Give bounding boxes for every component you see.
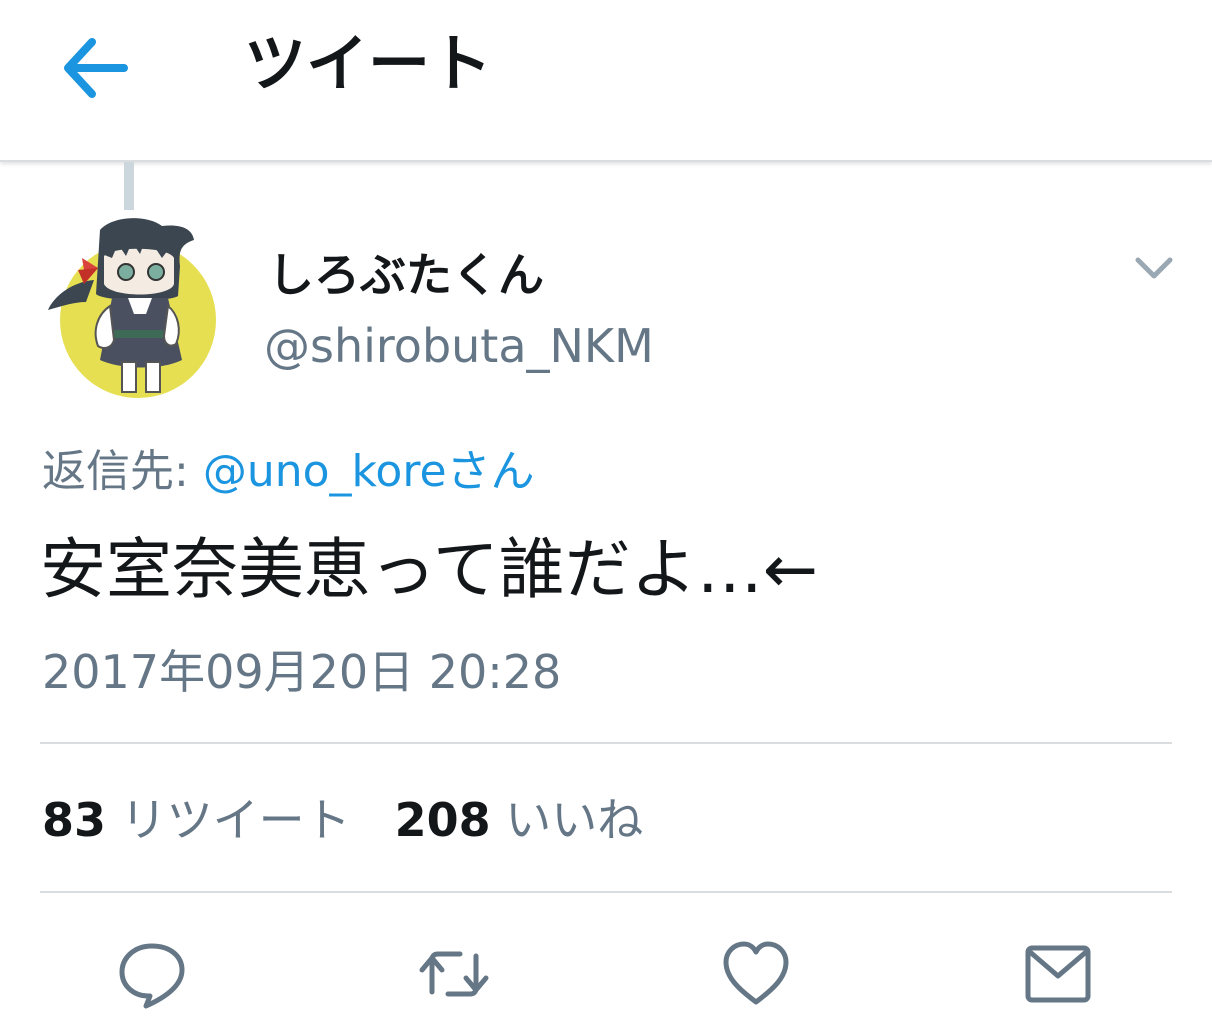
like-count: 208 <box>394 793 491 847</box>
reply-icon <box>119 943 185 1009</box>
reply-button[interactable] <box>116 936 188 1012</box>
retweet-button[interactable] <box>418 936 490 1012</box>
tweet-text: 安室奈美恵って誰だよ…← <box>40 531 819 608</box>
likes-stat[interactable]: 208 いいね <box>395 793 644 847</box>
retweet-icon <box>419 951 489 997</box>
back-button[interactable] <box>52 28 138 108</box>
page-title: ツイート <box>244 27 493 100</box>
divider <box>40 742 1172 744</box>
retweet-label: リツイート <box>120 793 351 847</box>
envelope-icon <box>1025 945 1091 1003</box>
avatar-image <box>48 218 216 398</box>
heart-icon <box>723 941 789 1005</box>
reply-context: 返信先: @uno_koreさん <box>42 442 535 502</box>
display-name[interactable]: しろぶたくん <box>268 244 544 306</box>
retweets-stat[interactable]: 83 リツイート <box>42 793 351 847</box>
tweet-stats: 83 リツイート 208 いいね <box>42 790 643 850</box>
avatar[interactable] <box>42 210 220 400</box>
chevron-down-icon <box>1135 257 1173 279</box>
reply-target-link[interactable]: @uno_koreさん <box>203 446 535 497</box>
tweet-timestamp: 2017年09月20日 20:28 <box>42 645 562 699</box>
tweet-menu-button[interactable] <box>1132 250 1176 286</box>
reply-prefix: 返信先: <box>42 446 203 497</box>
like-button[interactable] <box>720 936 792 1012</box>
direct-message-button[interactable] <box>1022 936 1094 1012</box>
top-bar: ツイート <box>0 0 1212 162</box>
user-handle[interactable]: @shirobuta_NKM <box>264 316 654 376</box>
retweet-count: 83 <box>42 793 107 847</box>
thread-connector <box>124 162 134 210</box>
like-label: いいね <box>505 793 644 847</box>
arrow-left-icon <box>64 38 128 98</box>
divider <box>40 891 1172 893</box>
